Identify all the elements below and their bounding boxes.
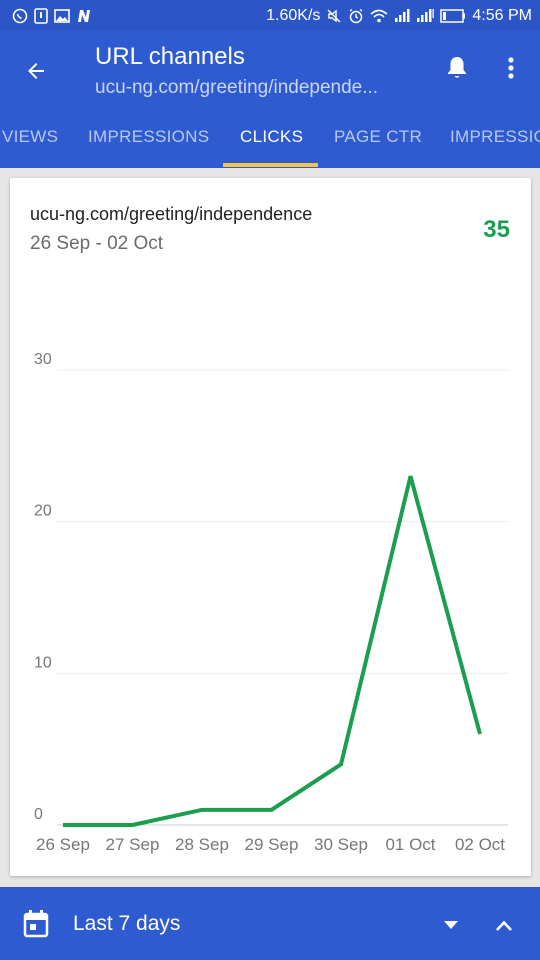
battery-icon	[440, 8, 466, 23]
status-bar-right: 1.60K/s 4:56 PM	[266, 7, 532, 25]
x-tick-label: 28 Sep	[175, 835, 229, 854]
app-bar: URL channels ucu-ng.com/greeting/indepen…	[0, 31, 540, 108]
n-icon	[76, 9, 92, 23]
whatsapp-icon	[12, 8, 28, 24]
notifications-button[interactable]	[440, 51, 474, 85]
x-tick-label: 29 Sep	[245, 835, 299, 854]
arrow-back-icon	[28, 63, 44, 79]
tab-clicks[interactable]: CLICKS	[240, 108, 303, 168]
total-clicks: 35	[483, 216, 510, 243]
wifi-icon	[370, 9, 388, 23]
date-range: 26 Sep - 02 Oct	[30, 233, 164, 254]
active-tab-indicator	[223, 163, 318, 167]
y-tick-label: 10	[34, 654, 52, 671]
chevron-up-icon	[496, 920, 512, 931]
notification-icon	[34, 7, 48, 24]
page-subtitle: ucu-ng.com/greeting/independe...	[95, 77, 379, 98]
tab-impressions-partial[interactable]: IMPRESSIO	[450, 108, 540, 168]
range-dropdown-button[interactable]	[437, 913, 465, 937]
gallery-icon	[54, 8, 70, 23]
calendar-icon	[23, 910, 49, 938]
back-button[interactable]	[18, 53, 54, 89]
y-tick-label: 0	[34, 806, 43, 823]
x-tick-label: 27 Sep	[106, 835, 160, 854]
x-tick-label: 30 Sep	[314, 835, 368, 854]
x-tick-label: 26 Sep	[36, 835, 90, 854]
clock: 4:56 PM	[472, 6, 532, 24]
collapse-button[interactable]	[490, 911, 518, 939]
bell-icon	[448, 57, 466, 78]
tab-page-ctr[interactable]: PAGE CTR	[334, 108, 422, 168]
status-bar-left	[12, 7, 92, 24]
signal-icon	[394, 8, 410, 23]
calendar-button[interactable]	[22, 909, 50, 939]
range-label[interactable]: Last 7 days	[73, 912, 180, 936]
network-speed: 1.60K/s	[266, 6, 321, 24]
tab-impressions[interactable]: IMPRESSIONS	[88, 108, 209, 168]
more-vert-icon	[508, 57, 514, 79]
clicks-line-chart: 0 10 20 30 26 Sep 27 Sep 28 Sep 29 Sep 30 Sep 01 …	[34, 351, 508, 854]
x-tick-label: 01 Oct	[385, 835, 435, 854]
x-tick-label: 02 Oct	[455, 835, 505, 854]
tab-views[interactable]: VIEWS	[2, 108, 58, 168]
clicks-series-line	[63, 475, 482, 827]
more-options-button[interactable]	[496, 51, 526, 85]
dropdown-arrow-icon	[444, 921, 458, 929]
tab-bar: VIEWS IMPRESSIONS CLICKS PAGE CTR IMPRES…	[0, 108, 540, 168]
date-range-bar[interactable]: Last 7 days	[0, 887, 540, 960]
channel-url: ucu-ng.com/greeting/independence	[30, 204, 313, 224]
mute-icon	[326, 8, 342, 24]
signal-icon	[416, 8, 435, 23]
chart-card: 0 10 20 30 26 Sep 27 Sep 28 Sep 29 Sep 30 Sep 01 …	[10, 178, 531, 876]
y-tick-label: 20	[34, 503, 52, 520]
page-title: URL channels	[95, 43, 245, 70]
alarm-icon	[348, 8, 364, 24]
status-bar: 1.60K/s 4:56 PM	[0, 0, 540, 31]
y-tick-label: 30	[34, 351, 52, 368]
